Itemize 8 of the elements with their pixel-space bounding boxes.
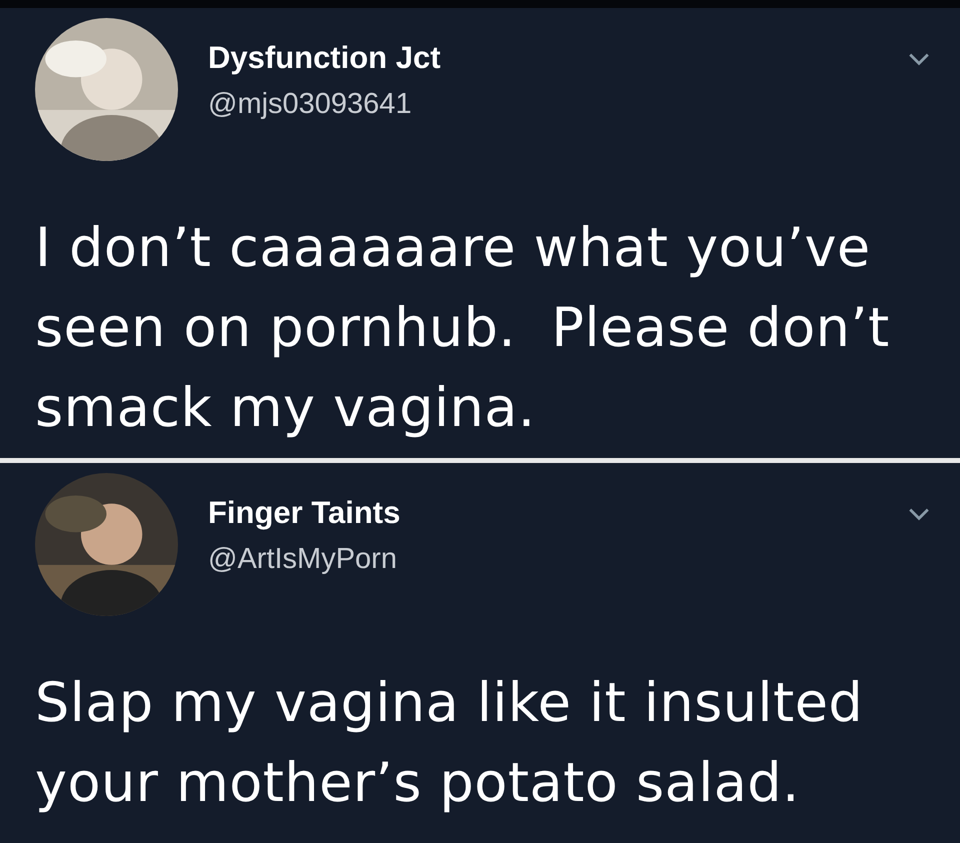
tweet-text: Slap my vagina like it insulted your mother’s potato salad. xyxy=(35,670,864,816)
user-name[interactable]: Dysfunction Jct xyxy=(208,40,908,76)
user-handle[interactable]: @ArtIsMyPorn xyxy=(208,543,908,576)
user-handle[interactable]: @mjs03093641 xyxy=(208,88,908,121)
chevron-down-icon[interactable] xyxy=(908,507,930,521)
chevron-down-icon[interactable] xyxy=(908,52,930,66)
tweet-text: I don’t caaaaaare what you’ve seen on pornhub. Please don’t smack my vagina. xyxy=(35,215,891,441)
user-name[interactable]: Finger Taints xyxy=(208,495,908,531)
